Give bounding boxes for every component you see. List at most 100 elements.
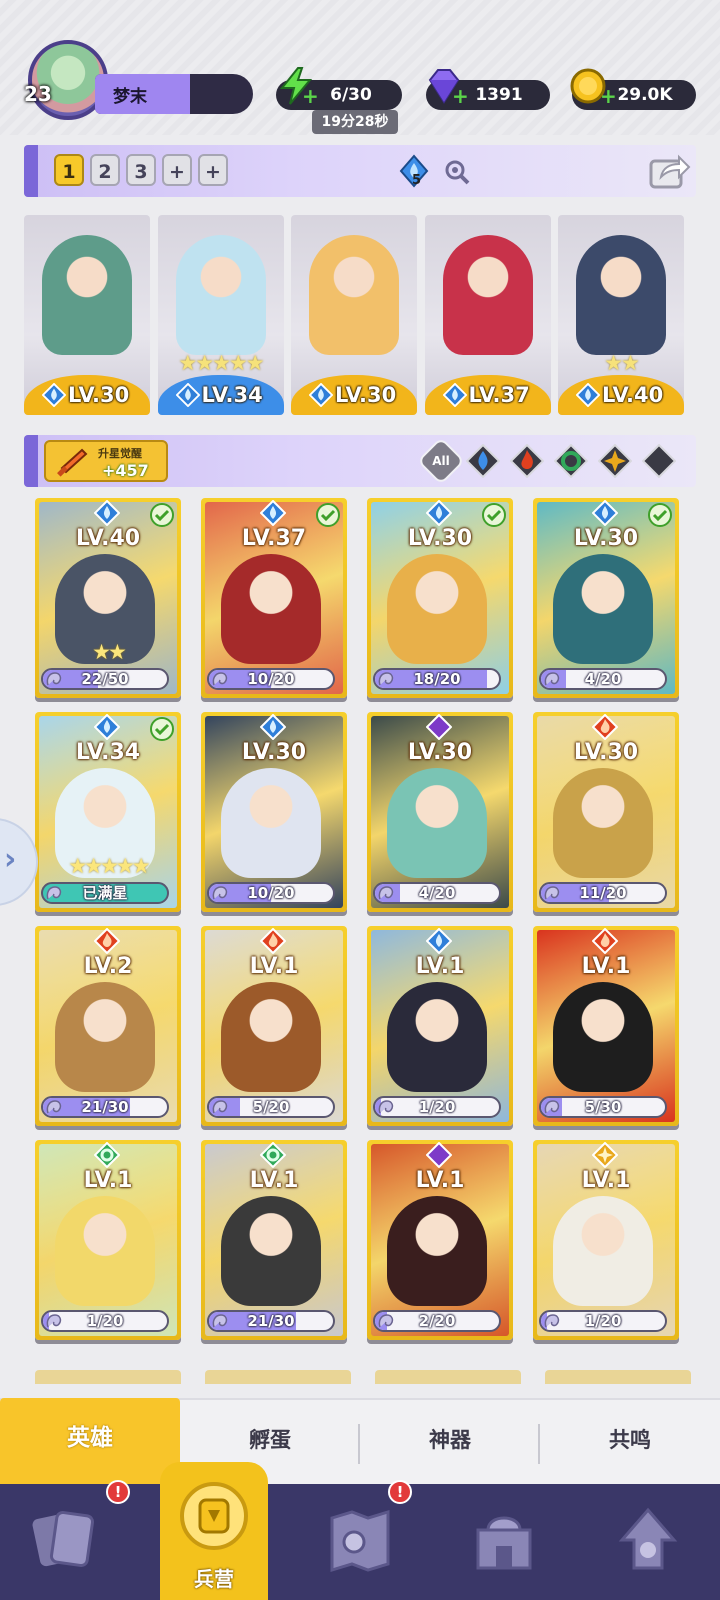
- filter-wind-icon[interactable]: [554, 444, 588, 478]
- water-element-icon: [93, 713, 121, 741]
- shard-progress-text: 21/30: [81, 1098, 129, 1116]
- hero-level: LV.34: [75, 740, 141, 765]
- hero-card[interactable]: LV.1 5/30: [533, 926, 679, 1126]
- hero-portrait: [553, 982, 653, 1092]
- shard-progress-bar: 11/20: [539, 882, 667, 904]
- side-drawer-toggle[interactable]: ›: [0, 818, 38, 906]
- hero-card[interactable]: LV.30 4/20: [367, 712, 513, 912]
- hero-card[interactable]: LV.1 21/30: [201, 1140, 347, 1340]
- dark-element-icon: [425, 1141, 453, 1169]
- tab-artifacts[interactable]: 神器: [360, 1400, 540, 1486]
- in-team-check-icon: [481, 502, 507, 528]
- filter-fire-icon[interactable]: [510, 444, 544, 478]
- hero-card[interactable]: LV.40 ★★ 22/50: [35, 498, 181, 698]
- hero-stars: ★★: [92, 640, 127, 664]
- search-plus-icon[interactable]: [442, 157, 472, 187]
- awaken-button[interactable]: 升星觉醒 +457: [44, 440, 168, 482]
- water-element-icon: [41, 382, 67, 408]
- hero-portrait: [553, 1196, 653, 1306]
- fire-element-icon: [259, 927, 287, 955]
- hero-level: LV.1: [581, 954, 631, 979]
- team-slot-2[interactable]: 2: [90, 154, 120, 186]
- water-element-icon: [259, 499, 287, 527]
- hero-card[interactable]: LV.30 18/20: [367, 498, 513, 698]
- lineup-hero-card[interactable]: LV.37: [424, 215, 551, 415]
- tab-resonance[interactable]: 共鸣: [540, 1400, 720, 1486]
- top-status-bar: 23 梦末 6/30 + 19分28秒 1391 + 29.0K +: [0, 0, 720, 135]
- player-level: 23: [24, 82, 52, 106]
- nav-barracks-label: 兵营: [194, 1567, 234, 1591]
- sword-icon: [57, 448, 88, 477]
- team-slot-3[interactable]: 3: [126, 154, 156, 186]
- shard-progress-bar: 5/20: [207, 1096, 335, 1118]
- hero-stars: ★★: [604, 351, 640, 375]
- shard-progress-text: 1/20: [86, 1312, 124, 1330]
- fire-element-icon: [591, 713, 619, 741]
- fire-element-icon: [93, 927, 121, 955]
- shard-progress-text: 已满星: [82, 884, 128, 902]
- shard-progress-bar: 21/30: [207, 1310, 335, 1332]
- hero-card[interactable]: LV.1 1/20: [35, 1140, 181, 1340]
- team-gem-badge[interactable]: 5: [396, 153, 432, 189]
- nav-map[interactable]: !: [288, 1480, 432, 1600]
- hero-portrait: [387, 554, 487, 664]
- filter-dark-icon[interactable]: [642, 444, 676, 478]
- hero-level: LV.40: [602, 383, 664, 407]
- bar-edge: [24, 145, 38, 197]
- add-gold-icon[interactable]: +: [600, 86, 617, 106]
- water-element-icon: [175, 382, 200, 408]
- filter-light-icon[interactable]: [598, 444, 632, 478]
- hero-card[interactable]: LV.2 21/30: [35, 926, 181, 1126]
- hero-card[interactable]: LV.1 1/20: [367, 926, 513, 1126]
- hero-card[interactable]: LV.37 10/20: [201, 498, 347, 698]
- lineup-hero-card[interactable]: LV.30: [291, 215, 417, 415]
- filter-all[interactable]: All: [416, 436, 466, 486]
- team-slot-add-1[interactable]: +: [162, 154, 192, 186]
- shrine-icon: [618, 1507, 678, 1570]
- add-energy-icon[interactable]: +: [302, 86, 319, 106]
- hero-level: LV.1: [249, 1168, 299, 1193]
- hero-portrait: [55, 982, 155, 1092]
- energy-value: 6/30: [330, 85, 372, 105]
- tab-heroes[interactable]: 英雄: [0, 1398, 180, 1486]
- sub-tab-bar: 英雄 孵蛋 神器 共鸣: [0, 1398, 720, 1486]
- hero-portrait: [553, 768, 653, 878]
- hero-card[interactable]: LV.1 1/20: [533, 1140, 679, 1340]
- hero-card[interactable]: LV.1 2/20: [367, 1140, 513, 1340]
- water-element-icon: [93, 499, 121, 527]
- hero-card[interactable]: LV.34 ★★★★★ 已满星: [35, 712, 181, 912]
- hero-card[interactable]: LV.30 10/20: [201, 712, 347, 912]
- in-team-check-icon: [647, 502, 673, 528]
- next-row-peek: [35, 1370, 695, 1390]
- filter-water-icon[interactable]: [466, 444, 500, 478]
- hero-card[interactable]: LV.30 4/20: [533, 498, 679, 698]
- shard-progress-bar: 10/20: [207, 668, 335, 690]
- water-element-icon: [575, 382, 601, 408]
- lineup-hero-card[interactable]: ★★★★★ LV.34: [157, 215, 284, 415]
- team-slot-add-2[interactable]: +: [198, 154, 228, 186]
- nav-barracks[interactable]: 兵营: [160, 1462, 268, 1600]
- hero-portrait: [387, 768, 487, 878]
- hero-card[interactable]: LV.30 11/20: [533, 712, 679, 912]
- nav-shrine[interactable]: [576, 1484, 720, 1600]
- lineup-hero-card[interactable]: ★★ LV.40: [558, 215, 684, 415]
- hero-level: LV.30: [68, 383, 130, 407]
- water-element-icon: [442, 382, 467, 408]
- castle-icon: [476, 1516, 532, 1570]
- hero-level: LV.1: [83, 1168, 133, 1193]
- add-gems-icon[interactable]: +: [452, 86, 469, 106]
- shard-progress-text: 4/20: [418, 884, 456, 902]
- lineup-hero-card[interactable]: LV.30: [24, 215, 150, 415]
- hero-card[interactable]: LV.1 5/20: [201, 926, 347, 1126]
- team-slot-1[interactable]: 1: [54, 154, 84, 186]
- share-icon[interactable]: [647, 151, 691, 191]
- nav-castle[interactable]: [432, 1484, 576, 1600]
- player-name-bar[interactable]: 梦末: [95, 74, 253, 114]
- chevron-right-icon: ›: [4, 842, 17, 877]
- shard-progress-text: 5/20: [252, 1098, 290, 1116]
- nav-cards[interactable]: !: [0, 1480, 144, 1600]
- nav-map-badge: !: [388, 1480, 412, 1504]
- wind-element-icon: [259, 1141, 287, 1169]
- shard-progress-text: 10/20: [247, 670, 295, 688]
- bottom-navigation: ! 兵营 !: [0, 1462, 720, 1600]
